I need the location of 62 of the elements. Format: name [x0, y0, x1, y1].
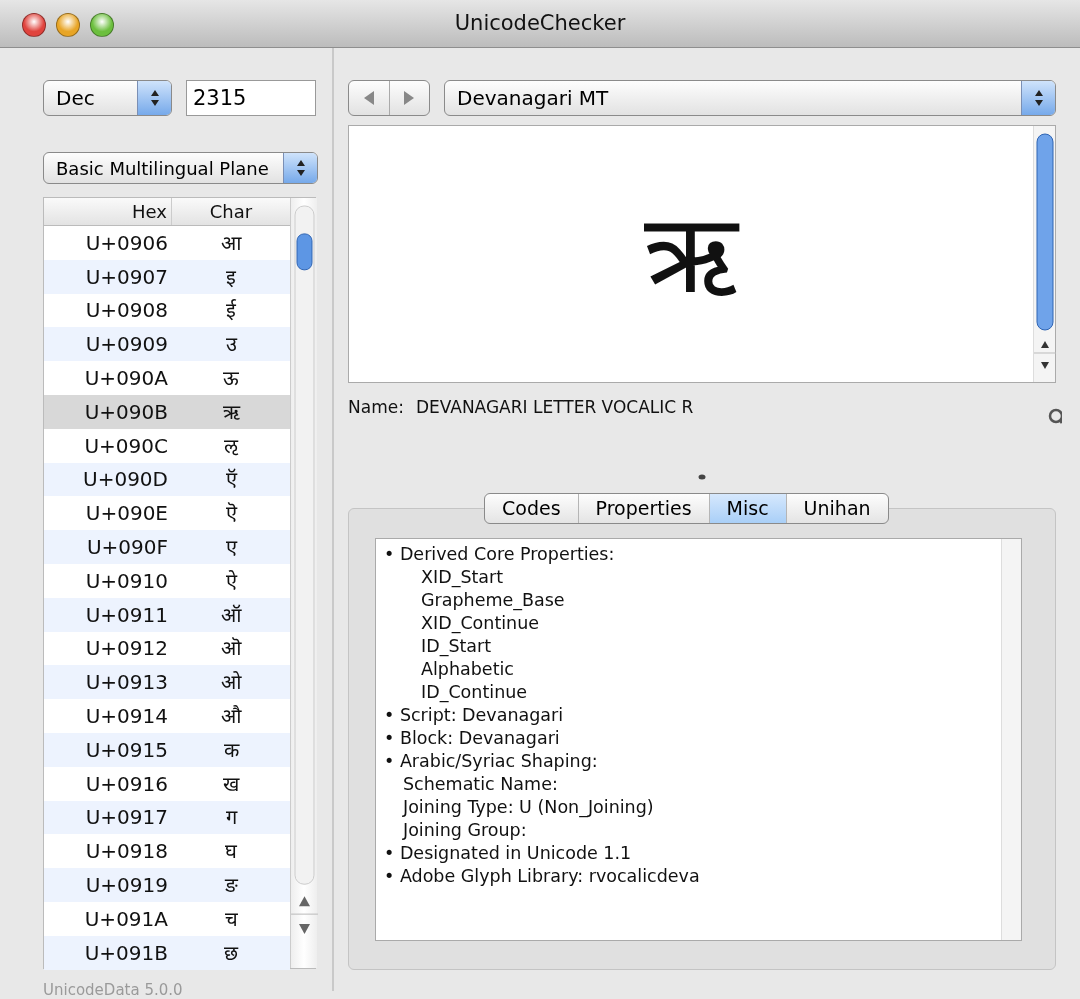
property-line: • Arabic/Syriac Shaping: [384, 750, 599, 773]
column-header[interactable]: Char [172, 198, 290, 225]
property-value: ID_Continue [420, 681, 529, 704]
table-row[interactable]: U+0913 ओ [44, 665, 290, 700]
table-row[interactable]: U+0909 उ [44, 327, 290, 362]
tab[interactable]: Unihan [786, 494, 888, 523]
property-line: • Script: Devanagari [384, 704, 565, 727]
property-value: Joining Group: [401, 819, 528, 842]
tab[interactable]: Properties [578, 494, 710, 523]
property-line: • Derived Core Properties: [384, 543, 616, 566]
table-row[interactable]: U+0919 ङ [44, 868, 290, 902]
property-line: • Block: Devanagari [384, 727, 561, 750]
character-name: DEVANAGARI LETTER VOCALIC R [415, 396, 694, 419]
table-row[interactable]: U+090D ऍ [44, 462, 290, 497]
table-row[interactable]: U+0917 ग [44, 800, 290, 835]
table-row[interactable]: U+0912 ऒ [44, 631, 290, 666]
property-value: Joining Type: U (Non_Joining) [401, 796, 655, 819]
table-row[interactable]: U+0910 ऐ [44, 563, 290, 598]
property-line: • Adobe Glyph Library: rvocalicdeva [384, 865, 701, 888]
tab[interactable]: Misc [709, 494, 787, 523]
property-value: ID_Start [420, 635, 493, 658]
radix-select[interactable]: Dec [43, 80, 172, 116]
name-label: Name: [348, 396, 404, 419]
table-row[interactable]: U+0911 ऑ [44, 597, 290, 632]
table-row[interactable]: U+090F ए [44, 530, 290, 564]
table-row[interactable]: U+0915 क [44, 732, 290, 767]
table-row[interactable]: U+0908 ई [44, 293, 290, 328]
history-nav[interactable] [348, 80, 430, 116]
plane-select[interactable]: Basic Multilingual Plane [43, 152, 318, 184]
stepper-icon [1033, 89, 1044, 107]
property-value: XID_Continue [420, 612, 541, 635]
table-row[interactable]: U+090A ऊ [44, 361, 290, 395]
column-header[interactable]: Hex [44, 198, 172, 225]
glyph-preview: ऋ [643, 189, 741, 320]
table-row[interactable]: U+0906 आ [44, 226, 290, 260]
property-value: Alphabetic [420, 658, 515, 681]
zoom-button[interactable] [90, 13, 114, 37]
table-row[interactable]: U+0914 औ [44, 699, 290, 733]
splitter-handle[interactable] [698, 474, 706, 480]
property-line: • Designated in Unicode 1.1 [384, 842, 633, 865]
scrollbar[interactable] [290, 198, 317, 968]
stepper-icon [295, 159, 306, 177]
scrollbar[interactable] [1033, 126, 1055, 382]
property-value: XID_Start [420, 566, 505, 589]
table-row[interactable]: U+0916 ख [44, 766, 290, 801]
font-select[interactable]: Devanagari MT [444, 80, 1056, 116]
table-row[interactable]: U+0907 इ [44, 259, 290, 294]
stepper-icon [149, 89, 160, 107]
window-title: UnicodeChecker [454, 9, 626, 37]
table-row[interactable]: U+090B ऋ [44, 395, 290, 429]
table-row[interactable]: U+091A च [44, 901, 290, 936]
code-field[interactable]: 2315 [186, 80, 316, 116]
table-row[interactable]: U+091B छ [44, 935, 290, 970]
property-value: Grapheme_Base [420, 589, 566, 612]
table-row[interactable]: U+090C ऌ [44, 428, 290, 463]
version-label: UnicodeData 5.0.0 [43, 980, 183, 999]
table-row[interactable]: U+0918 घ [44, 834, 290, 869]
table-row[interactable]: U+090E ऎ [44, 496, 290, 531]
close-button[interactable] [22, 13, 46, 37]
property-value: Schematic Name: [402, 773, 559, 796]
minimize-button[interactable] [56, 13, 80, 37]
scrollbar[interactable] [1001, 539, 1021, 940]
